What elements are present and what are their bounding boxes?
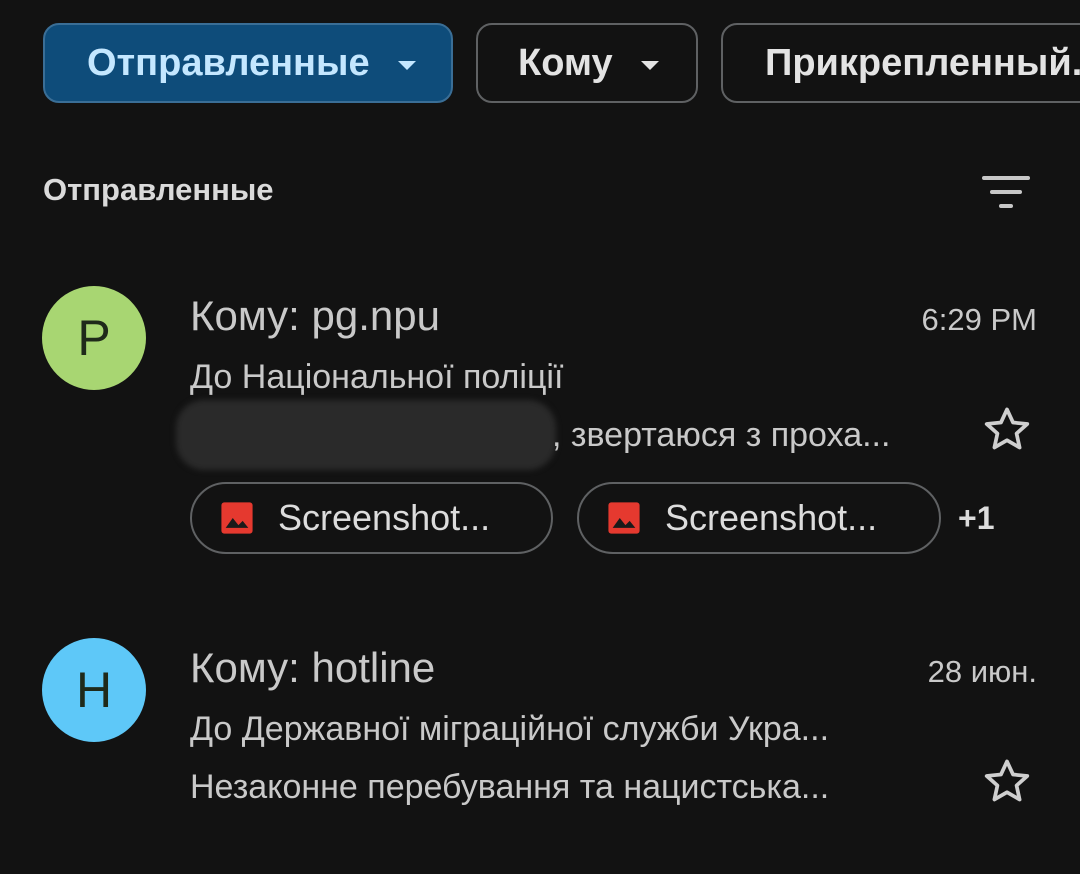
avatar: H — [42, 638, 146, 742]
arrow-drop-down-icon — [640, 60, 659, 70]
email-snippet: Незаконне перебування та нацистська... — [190, 768, 830, 806]
filter-chip-sent-label: Отправленные — [87, 41, 370, 84]
image-file-icon — [221, 502, 253, 534]
redacted-area — [176, 400, 556, 470]
image-file-icon — [608, 502, 640, 534]
filter-chip-to[interactable]: Кому — [476, 23, 698, 103]
arrow-drop-down-icon — [397, 60, 416, 70]
attachment-name: Screenshot... — [278, 497, 491, 538]
gmail-sent-screen: Отправленные Кому Прикрепленный... Отпра… — [0, 0, 1080, 874]
email-row[interactable]: P Кому: pg.npu 6:29 PM До Національної п… — [0, 280, 1080, 570]
star-outline-icon[interactable] — [979, 754, 1035, 810]
email-subject: До Державної міграційної служби Укра... — [190, 710, 830, 748]
email-row[interactable]: H Кому: hotline 28 июн. До Державної міг… — [0, 632, 1080, 832]
email-time: 28 июн. — [927, 654, 1037, 689]
avatar: P — [42, 286, 146, 390]
email-recipient: Кому: hotline — [190, 644, 436, 691]
avatar-letter: P — [77, 310, 111, 366]
attachment-chip[interactable]: Screenshot... — [577, 482, 941, 554]
attachment-name: Screenshot... — [665, 497, 878, 538]
filter-chip-sent[interactable]: Отправленные — [43, 23, 453, 103]
filter-list-icon[interactable] — [980, 174, 1032, 210]
email-snippet: , звертаюся з проха... — [552, 416, 891, 454]
email-time: 6:29 PM — [921, 302, 1037, 337]
email-recipient: Кому: pg.npu — [190, 292, 440, 339]
filter-chip-to-label: Кому — [518, 41, 613, 84]
star-outline-icon[interactable] — [979, 402, 1035, 458]
filter-chip-attachment-label: Прикрепленный... — [765, 41, 1080, 84]
filter-chip-attachment[interactable]: Прикрепленный... — [721, 23, 1080, 103]
attachment-chip[interactable]: Screenshot... — [190, 482, 553, 554]
section-title: Отправленные — [43, 172, 274, 207]
avatar-letter: H — [75, 662, 113, 718]
more-attachments-count[interactable]: +1 — [958, 500, 994, 537]
email-subject: До Національної поліції — [190, 358, 564, 396]
